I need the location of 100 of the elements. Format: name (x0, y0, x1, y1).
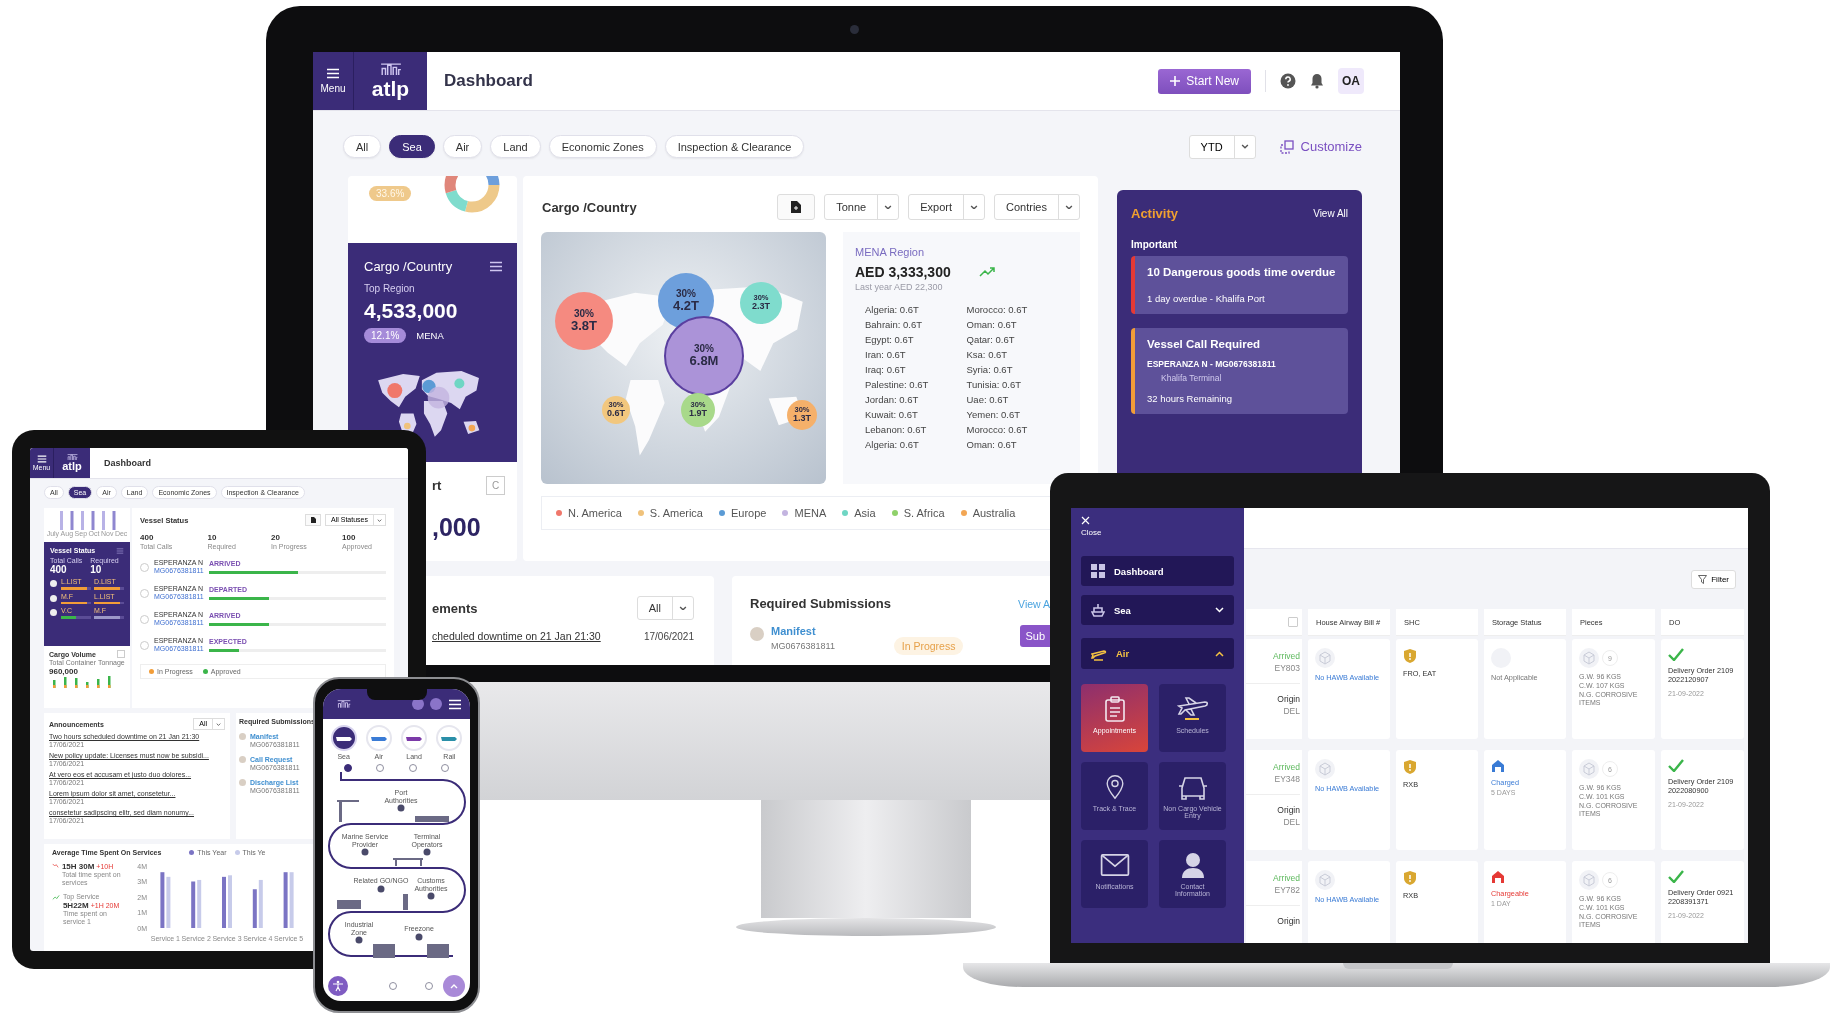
period-dropdown[interactable]: YTD (1188, 134, 1256, 159)
caret-icon (216, 722, 221, 726)
region-label: MENA (416, 330, 444, 341)
dropdown-button[interactable]: Tonne (824, 194, 900, 220)
flight-number: EY782 (1274, 885, 1300, 895)
logo-icon (66, 454, 78, 461)
avatar-icon (239, 779, 246, 786)
export-file-button[interactable] (777, 194, 816, 220)
customize-link[interactable]: Customize (1279, 139, 1362, 154)
view-all-link[interactable]: View All (1313, 208, 1348, 219)
map-bubble: 30% 6.8M (664, 316, 744, 396)
shield-icon (1403, 759, 1417, 775)
stat-value: 20 (271, 533, 281, 542)
flight-number: EY803 (1274, 663, 1300, 673)
alert-detail: 32 hours Remaining (1147, 393, 1234, 405)
shield-icon (1403, 870, 1417, 886)
export-file-button[interactable] (305, 514, 322, 526)
file-icon (310, 517, 316, 523)
caret-icon (970, 204, 979, 210)
filter-tab[interactable]: All (343, 135, 382, 158)
card-value: 960,000 (49, 667, 79, 676)
help-icon[interactable] (1280, 73, 1296, 89)
country-value: Jordan: 0.6T (865, 394, 920, 405)
menu-icon (326, 68, 340, 79)
card-title: Cargo /Country (364, 259, 453, 274)
filter-tab[interactable]: Air (442, 135, 483, 158)
file-icon (791, 201, 802, 213)
submission-id: MG0676381811 (771, 641, 835, 651)
stat-value: 5H22M (62, 901, 89, 910)
alert-card[interactable]: 10 Dangerous goods time overdue 1 day overdue - Khalifa Port (1131, 256, 1348, 315)
bar (228, 875, 232, 928)
submit-button[interactable]: Sub (1020, 625, 1050, 647)
origin-label: Origin (1277, 916, 1300, 926)
scroll-up-button[interactable] (443, 975, 465, 997)
checkmark-icon (1668, 759, 1684, 772)
percent-badge: 33.6% (369, 186, 412, 201)
country-value: Iran: 0.6T (865, 349, 907, 360)
status-dot (50, 580, 57, 588)
filter-button[interactable]: Filter (1691, 569, 1736, 589)
legend-label: Europe (731, 507, 767, 519)
caret-icon (1240, 144, 1249, 149)
dropdown-button[interactable]: Export (908, 194, 986, 220)
caret-icon (884, 204, 893, 210)
country-value: Kuwait: 0.6T (865, 409, 919, 420)
country-value: Uae: 0.6T (966, 394, 1010, 405)
logo-icon (379, 63, 402, 77)
country-value: Qatar: 0.6T (966, 334, 1016, 345)
radio-button[interactable] (344, 764, 353, 772)
dropdown-button[interactable]: Contries (994, 194, 1080, 220)
warehouse-icon (1491, 759, 1505, 773)
country-value: Bahrain: 0.6T (865, 319, 924, 330)
caret-icon (679, 605, 687, 611)
country-value: Syria: 0.6T (966, 364, 1014, 375)
nav-item[interactable]: Air (1081, 638, 1234, 669)
package-icon (1315, 648, 1335, 668)
alert-title: 10 Dangerous goods time overdue (1147, 266, 1336, 280)
nav-item[interactable]: Dashboard (1081, 556, 1234, 586)
caret-icon (377, 518, 382, 522)
alert-title: Vessel Call Required (1147, 338, 1262, 352)
accessibility-button[interactable] (328, 976, 348, 996)
avatar-icon (239, 733, 246, 740)
notification-icon[interactable] (430, 698, 442, 710)
submission-link[interactable]: Manifest (771, 625, 835, 637)
section-heading: Important (1131, 239, 1179, 250)
filter-tab[interactable]: Sea (389, 135, 435, 158)
car-icon (1177, 774, 1208, 800)
country-value: Morocco: 0.6T (966, 424, 1029, 435)
filter-tab[interactable]: Economic Zones (548, 135, 657, 158)
package-icon (1579, 759, 1599, 779)
country-value: Palestine: 0.6T (865, 379, 930, 390)
vehicle-icon (406, 735, 423, 741)
alert-detail: 1 day overdue - Khalifa Port (1147, 293, 1266, 305)
country-value: Oman: 0.6T (966, 439, 1018, 450)
shield-icon (1403, 648, 1417, 664)
close-button[interactable]: Close (1081, 516, 1102, 537)
menu-button[interactable]: Menu (313, 52, 354, 110)
card-title: rt (432, 478, 442, 493)
trend-up-icon (978, 267, 995, 277)
stat-value: 10 (90, 564, 102, 575)
logo-text: atlp (62, 460, 82, 472)
avatar-icon (750, 627, 764, 641)
filter-dropdown[interactable]: All (636, 596, 694, 620)
bell-icon[interactable] (1310, 73, 1324, 89)
legend-label: S. America (649, 507, 703, 519)
list-icon (489, 261, 503, 272)
announcement-link[interactable]: cheduled downtime on 21 Jan 21:30 (432, 630, 601, 642)
envelope-icon (1099, 852, 1130, 878)
filter-tab[interactable]: Land (490, 135, 541, 158)
start-new-button[interactable]: Start New (1158, 68, 1251, 94)
arrival-status: Arrived (1273, 651, 1300, 661)
nav-item[interactable]: Sea (1081, 595, 1234, 625)
last-year-text: Last year AED 22,300 (855, 282, 944, 292)
country-value: Yemen: 0.6T (966, 409, 1022, 420)
filter-tab[interactable]: Inspection & Clearance (664, 135, 805, 158)
country-value: Ksa: 0.6T (966, 349, 1009, 360)
panel-title: Activity (1131, 206, 1178, 221)
vessel-call-card[interactable]: Vessel Call Required ESPERANZA N - MG0676381811 Khalifa Terminal 32 hours Remaining (1131, 328, 1348, 415)
user-avatar[interactable]: OA (1338, 68, 1364, 94)
region-name: MENA Region (855, 246, 926, 258)
select-all-checkbox[interactable] (1288, 617, 1298, 627)
